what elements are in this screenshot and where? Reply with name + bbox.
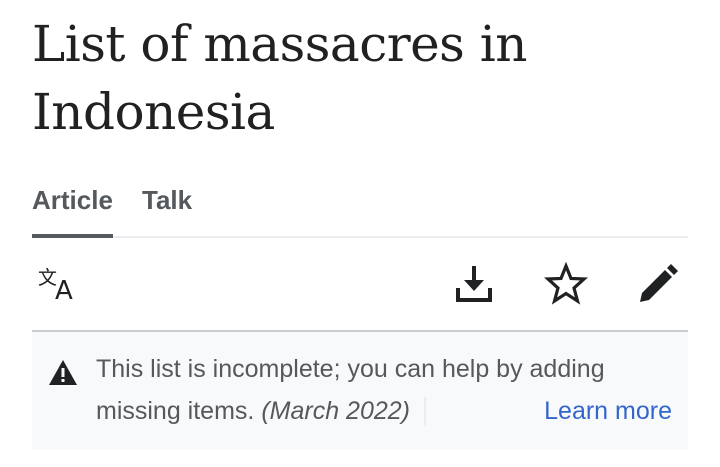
svg-text:A: A bbox=[55, 276, 73, 306]
page-tabs: Article Talk bbox=[32, 178, 688, 238]
tab-talk[interactable]: Talk bbox=[142, 184, 192, 216]
warning-icon bbox=[48, 358, 78, 388]
tab-article[interactable]: Article bbox=[32, 184, 113, 238]
page-actions-toolbar: 文 A bbox=[32, 238, 688, 332]
edit-pencil-icon[interactable] bbox=[636, 262, 680, 306]
page-title: List of massacres in Indonesia bbox=[32, 15, 527, 141]
incomplete-list-notice: This list is incomplete; you can help by… bbox=[32, 332, 688, 450]
learn-more-link[interactable]: Learn more bbox=[544, 390, 672, 432]
notice-date: (March 2022) bbox=[261, 397, 426, 425]
download-icon[interactable] bbox=[452, 262, 496, 306]
star-icon[interactable] bbox=[544, 262, 588, 306]
language-icon[interactable]: 文 A bbox=[38, 262, 82, 306]
